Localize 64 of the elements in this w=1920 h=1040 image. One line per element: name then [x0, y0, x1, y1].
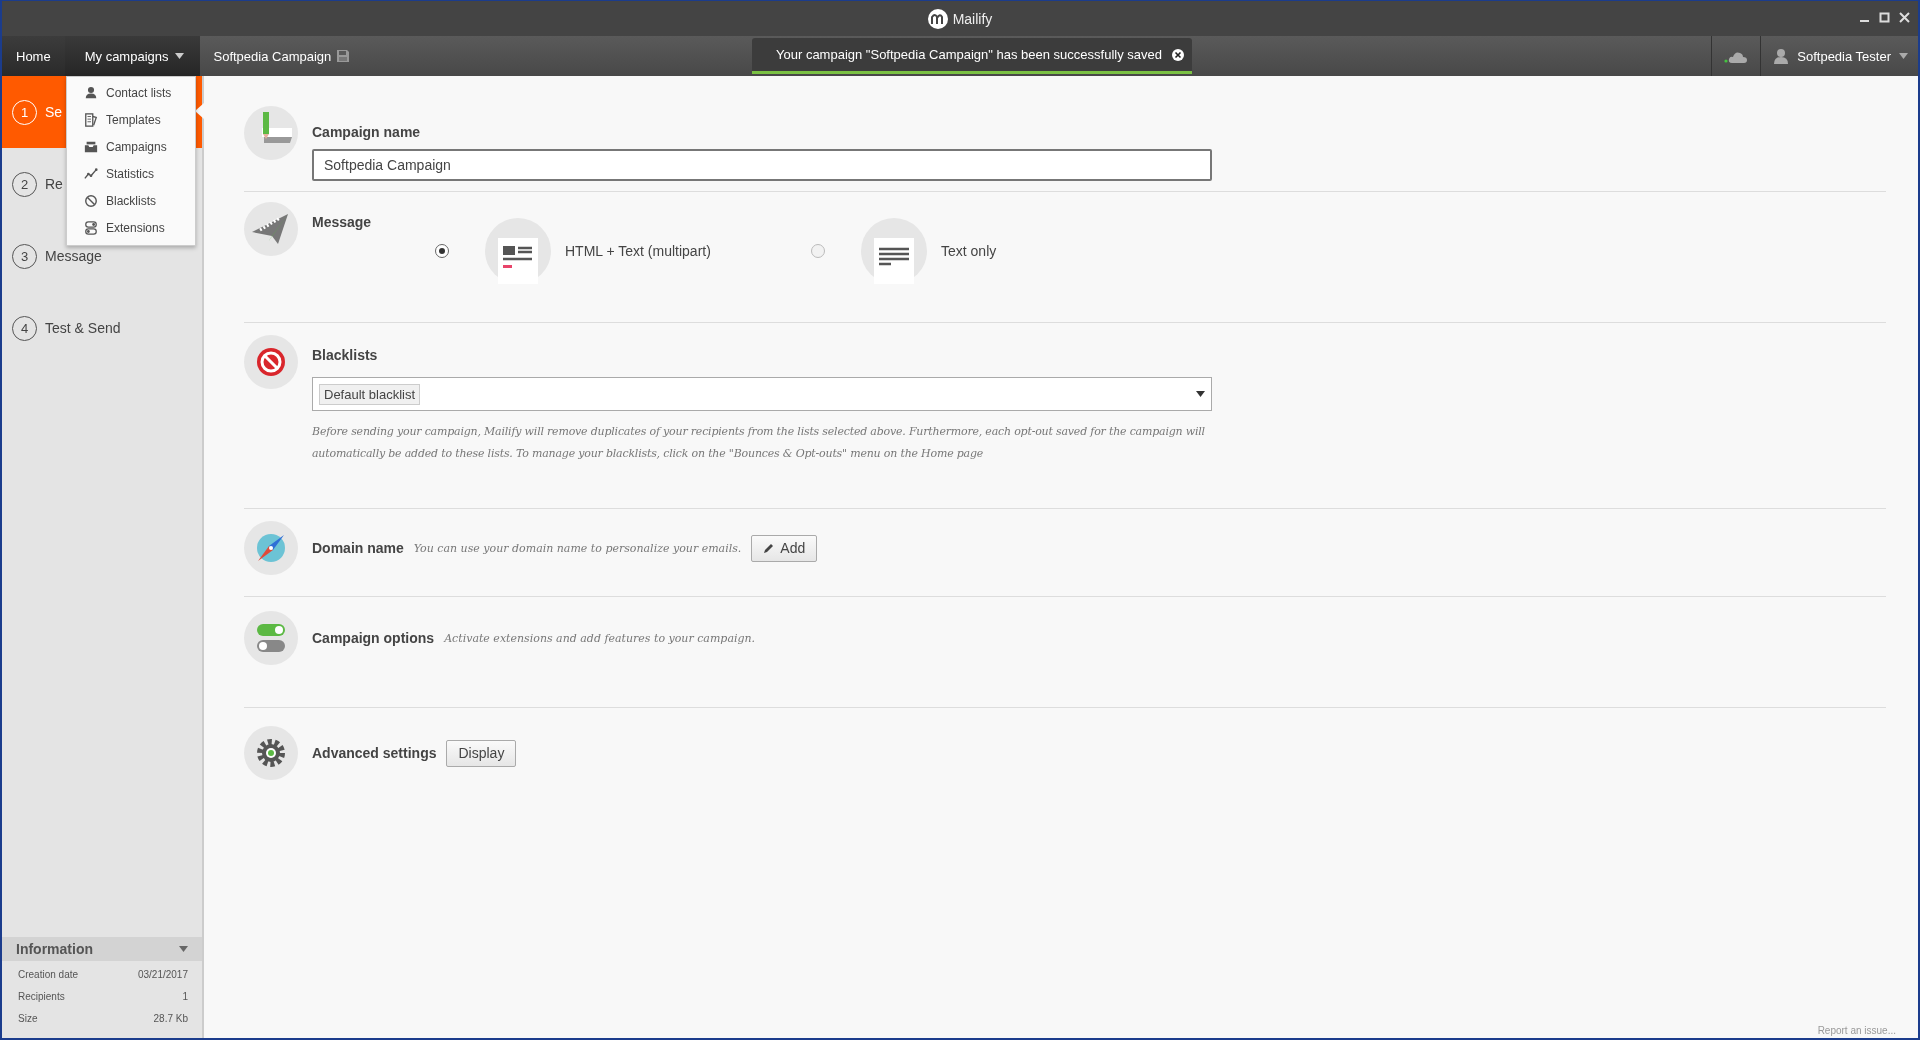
- user-menu[interactable]: Softpedia Tester: [1760, 36, 1918, 76]
- save-icon: [337, 50, 350, 62]
- campaign-tab[interactable]: Softpedia Campaign: [199, 36, 364, 76]
- section-hint: Activate extensions and add features to your campaign.: [444, 631, 756, 645]
- section-title: Campaign name: [312, 124, 422, 140]
- window-title: Mailify: [952, 10, 993, 27]
- info-header[interactable]: Information: [2, 937, 202, 961]
- info-title: Information: [16, 941, 93, 957]
- menu-item[interactable]: Contact lists: [67, 79, 195, 106]
- prohibited-icon: [84, 193, 98, 208]
- person-icon: [84, 85, 98, 100]
- caret-icon: [174, 53, 184, 59]
- section-hint: You can use your domain name to personalize your emails.: [413, 541, 742, 555]
- toggles-icon: [84, 220, 98, 235]
- menu-item[interactable]: Extensions: [67, 214, 195, 241]
- radio-button[interactable]: [811, 244, 825, 258]
- close-icon[interactable]: [1899, 12, 1910, 23]
- tray-icon: [84, 139, 98, 154]
- logo-icon: [927, 8, 948, 29]
- add-button[interactable]: Add: [751, 534, 818, 562]
- text-document-icon: [861, 218, 927, 284]
- section-title: Advanced settings: [312, 745, 437, 761]
- pencil-icon: [763, 542, 775, 554]
- html-document-icon: [485, 218, 551, 284]
- menu-item[interactable]: Blacklists: [67, 187, 195, 214]
- section-title: Campaign options: [312, 630, 435, 646]
- section-title: Domain name: [312, 540, 404, 556]
- pencil-ruler-icon: [244, 106, 298, 160]
- prohibited-icon: [244, 335, 298, 389]
- radio-button[interactable]: [435, 244, 449, 258]
- info-label: Size: [18, 1013, 38, 1024]
- close-icon[interactable]: [1172, 48, 1184, 61]
- section-title: Message: [312, 214, 373, 230]
- caret-icon: [1196, 391, 1205, 397]
- info-value: 28.7 Kb: [153, 1013, 188, 1024]
- option-label: HTML + Text (multipart): [565, 243, 711, 259]
- info-value: 1: [182, 991, 188, 1002]
- line-chart-icon: [84, 166, 98, 181]
- campaigns-menu[interactable]: My campaigns: [64, 36, 200, 76]
- menu-item[interactable]: Templates: [67, 106, 195, 133]
- blacklist-tag: Default blacklist: [319, 383, 421, 405]
- user-icon: [1773, 48, 1790, 64]
- menu-item[interactable]: Campaigns: [67, 133, 195, 160]
- maximize-icon[interactable]: [1879, 12, 1890, 23]
- caret-icon: [1899, 53, 1908, 59]
- option-label: Text only: [941, 243, 997, 259]
- home-link[interactable]: Home: [2, 36, 65, 76]
- info-label: Creation date: [18, 969, 79, 980]
- blacklist-note: Before sending your campaign, Mailify will remove duplicates of your recipients from the lists selected above. Furthermore, each opt-out saved for the campaign will automatically be added to these lists. To manage your blacklists, click on the "Bounces & Opt-outs" menu on the Home page: [312, 424, 1206, 462]
- caret-icon: [179, 946, 188, 952]
- notification-text: Your campaign "Softpedia Campaign" has been successfully saved: [776, 47, 1162, 62]
- toggles-icon: [244, 611, 298, 665]
- info-value: 03/21/2017: [137, 969, 188, 980]
- step-item[interactable]: 4 Test & Send: [2, 292, 202, 364]
- info-label: Recipients: [18, 991, 65, 1002]
- gear-icon: [244, 726, 298, 780]
- blacklist-select[interactable]: Default blacklist: [312, 377, 1212, 411]
- menu-item[interactable]: Statistics: [67, 160, 195, 187]
- paper-plane-icon: [244, 202, 298, 256]
- section-title: Blacklists: [312, 347, 379, 363]
- display-button[interactable]: Display: [446, 739, 517, 767]
- document-icon: [84, 112, 98, 127]
- campaign-name-field[interactable]: Softpedia Campaign: [312, 149, 1212, 181]
- compass-icon: [244, 521, 298, 575]
